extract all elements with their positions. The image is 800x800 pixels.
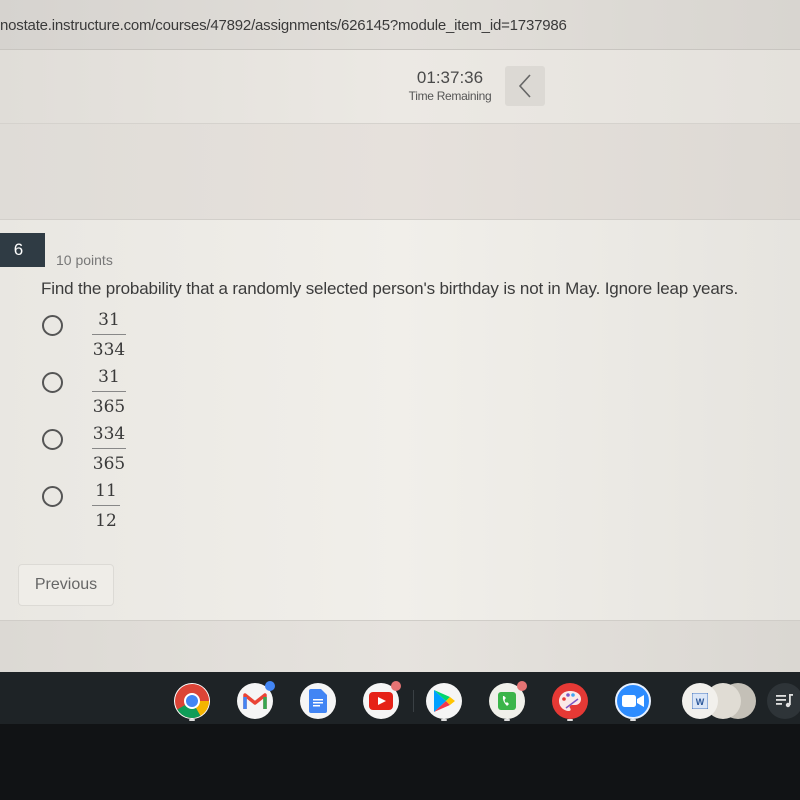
fraction: 334 365 <box>92 422 126 476</box>
shelf-app-gmail[interactable] <box>237 681 275 719</box>
question-text: Find the probability that a randomly sel… <box>41 279 739 298</box>
gmail-icon <box>243 693 267 709</box>
playlist-icon <box>776 694 793 708</box>
denominator: 334 <box>92 340 126 360</box>
shelf-app-docs[interactable] <box>300 683 336 719</box>
quiz-header: 01:37:36 Time Remaining <box>0 50 800 124</box>
shelf-app-play-store[interactable] <box>426 683 462 719</box>
radio-button[interactable] <box>42 315 63 336</box>
spacer-band <box>0 124 800 220</box>
notification-badge <box>265 681 275 691</box>
answer-option[interactable]: 11 12 <box>40 479 240 536</box>
answer-option[interactable]: 31 365 <box>40 365 240 422</box>
shelf-app-paint[interactable] <box>552 683 588 719</box>
answer-list: 31 334 31 365 334 365 11 12 <box>40 308 240 536</box>
chromeos-shelf: W <box>0 672 800 724</box>
phone-icon <box>498 692 516 710</box>
notification-badge <box>517 681 527 691</box>
timer: 01:37:36 Time Remaining <box>396 68 504 103</box>
fraction: 11 12 <box>92 479 120 533</box>
address-bar[interactable]: nostate.instructure.com/courses/47892/as… <box>0 0 800 50</box>
running-indicator <box>441 719 447 721</box>
shelf-app-phone[interactable] <box>489 681 527 719</box>
chrome-icon <box>175 684 209 718</box>
palette-icon <box>559 691 581 711</box>
shelf-divider <box>413 690 414 712</box>
running-indicator <box>567 719 573 721</box>
answer-option[interactable]: 334 365 <box>40 422 240 479</box>
numerator: 31 <box>98 367 120 387</box>
question-points: 10 points <box>56 252 113 268</box>
answer-option[interactable]: 31 334 <box>40 308 240 365</box>
chevron-left-icon <box>518 74 531 98</box>
fraction: 31 365 <box>92 365 126 419</box>
laptop-bezel <box>0 724 800 800</box>
numerator: 31 <box>98 310 120 330</box>
running-indicator <box>630 719 636 721</box>
shelf-app-word[interactable]: W <box>682 683 718 719</box>
question-number: 6 <box>0 233 45 267</box>
fraction: 31 334 <box>92 308 126 362</box>
notification-badge <box>391 681 401 691</box>
browser-window: nostate.instructure.com/courses/47892/as… <box>0 0 800 672</box>
zoom-icon <box>622 695 644 707</box>
timer-value: 01:37:36 <box>416 68 484 87</box>
word-icon: W <box>692 693 708 709</box>
running-indicator <box>504 719 510 721</box>
shelf-app-chrome[interactable] <box>174 683 210 719</box>
timer-label: Time Remaining <box>408 89 492 103</box>
fraction-bar <box>92 391 126 392</box>
page-footer-area <box>0 620 800 672</box>
numerator: 334 <box>92 424 126 444</box>
play-store-icon <box>434 690 455 712</box>
numerator: 11 <box>95 481 117 501</box>
shelf-app-youtube[interactable] <box>363 681 401 719</box>
shelf-app-media[interactable] <box>767 683 800 719</box>
youtube-icon <box>369 692 393 710</box>
denominator: 12 <box>95 511 117 531</box>
radio-button[interactable] <box>42 486 63 507</box>
radio-button[interactable] <box>42 372 63 393</box>
denominator: 365 <box>92 454 126 474</box>
docs-icon <box>309 689 327 713</box>
previous-button[interactable]: Previous <box>18 564 114 606</box>
radio-button[interactable] <box>42 429 63 450</box>
question-panel: 6 10 points Find the probability that a … <box>0 220 800 620</box>
fraction-bar <box>92 334 126 335</box>
url-text[interactable]: nostate.instructure.com/courses/47892/as… <box>0 17 567 34</box>
running-indicator <box>189 719 195 721</box>
collapse-sidebar-button[interactable] <box>505 66 545 106</box>
denominator: 365 <box>92 397 126 417</box>
svg-text:W: W <box>696 697 705 707</box>
fraction-bar <box>92 448 126 449</box>
fraction-bar <box>92 505 120 506</box>
shelf-app-zoom[interactable] <box>615 683 651 719</box>
